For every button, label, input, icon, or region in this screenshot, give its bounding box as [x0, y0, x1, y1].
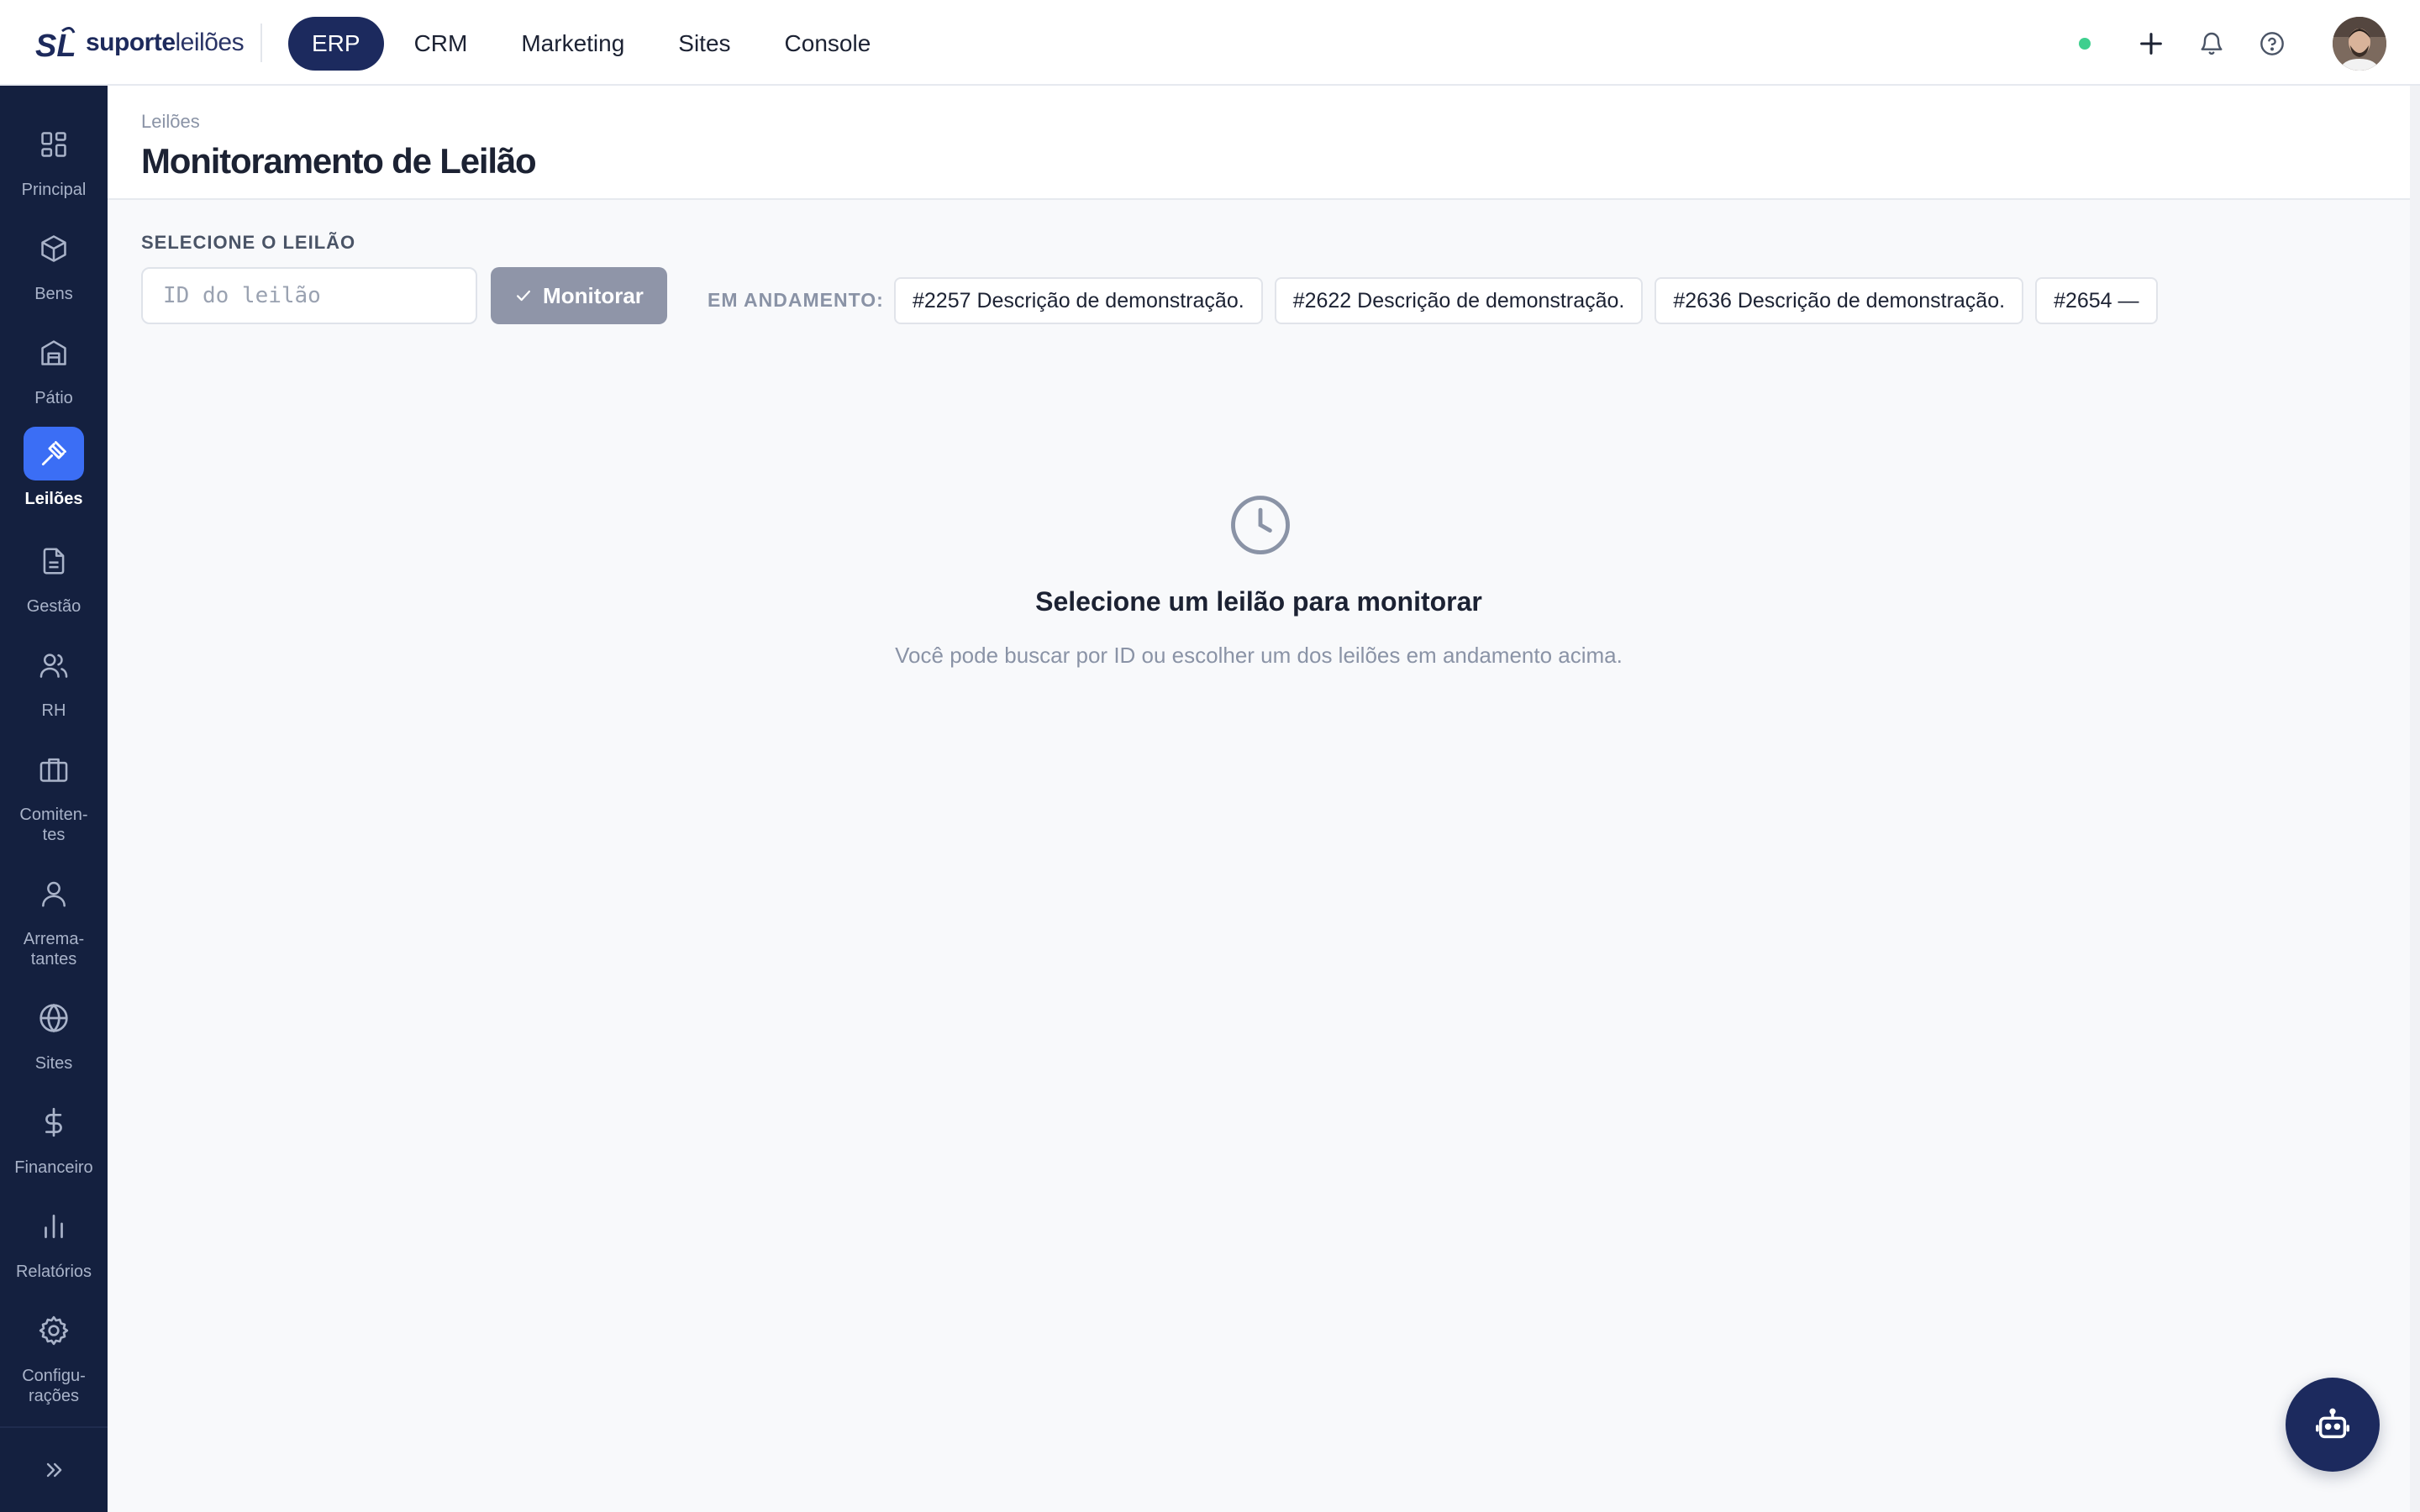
svg-text:SL: SL: [35, 29, 76, 63]
sidebar-item-comitentes[interactable]: Comiten- tes: [0, 743, 108, 845]
online-status-indicator: [2079, 38, 2091, 50]
sidebar-item-financeiro[interactable]: Financeiro: [0, 1095, 108, 1178]
sidebar: Principal Bens Pátio Leilões Gestão RH C…: [0, 86, 108, 1512]
box-icon: [24, 222, 84, 276]
sidebar-item-label: Gestão: [26, 597, 82, 616]
top-bar: SL suporteleilões ERP CRM Marketing Site…: [0, 0, 2420, 86]
sidebar-item-label: Arrema- tantes: [23, 930, 85, 969]
chevrons-right-icon: [46, 1462, 62, 1478]
tab-sites[interactable]: Sites: [655, 17, 754, 71]
sidebar-item-label: Financeiro: [14, 1158, 93, 1177]
sidebar-item-label: Sites: [34, 1054, 73, 1073]
select-auction-label: SELECIONE O LEILÃO: [141, 232, 356, 253]
top-navigation: ERP CRM Marketing Sites Console: [288, 17, 894, 71]
document-icon: [24, 534, 84, 588]
running-auction-chip[interactable]: #2654 —: [2035, 277, 2158, 324]
bell-icon[interactable]: [2195, 27, 2228, 60]
breadcrumb[interactable]: Leilões: [141, 111, 200, 133]
avatar[interactable]: [2333, 17, 2386, 71]
tab-marketing[interactable]: Marketing: [497, 17, 648, 71]
gear-icon: [24, 1304, 84, 1357]
empty-state-title: Selecione um leilão para monitorar: [1035, 586, 1482, 617]
running-auction-chip[interactable]: #2257 Descrição de demonstração.: [894, 277, 1263, 324]
running-auctions-list: #2257 Descrição de demonstração. #2622 D…: [894, 277, 2158, 324]
robot-icon: [2316, 1408, 2349, 1439]
tab-erp[interactable]: ERP: [288, 17, 384, 71]
running-auctions-label: EM ANDAMENTO:: [708, 289, 884, 311]
tab-console[interactable]: Console: [761, 17, 895, 71]
plus-icon[interactable]: [2134, 27, 2168, 60]
sidebar-item-relatorios[interactable]: Relatórios: [0, 1200, 108, 1282]
sidebar-item-label: Comiten- tes: [19, 806, 88, 844]
sidebar-item-gestao[interactable]: Gestão: [0, 534, 108, 617]
brand-name: suporteleilões: [86, 29, 245, 56]
dashboard-icon: [24, 118, 84, 171]
sidebar-item-rh[interactable]: RH: [0, 638, 108, 721]
sidebar-item-label: Relatórios: [15, 1263, 92, 1281]
sidebar-item-arrematantes[interactable]: Arrema- tantes: [0, 867, 108, 969]
globe-icon: [24, 991, 84, 1045]
sidebar-item-bens[interactable]: Bens: [0, 222, 108, 304]
page-title: Monitoramento de Leilão: [141, 141, 537, 181]
running-auction-chip[interactable]: #2636 Descrição de demonstração.: [1655, 277, 2024, 324]
logo-mark-icon: SL: [35, 27, 76, 63]
sidebar-item-label: Leilões: [24, 490, 83, 508]
empty-state-subtitle: Você pode buscar por ID ou escolher um d…: [895, 643, 1623, 668]
warehouse-icon: [24, 326, 84, 380]
sidebar-item-sites[interactable]: Sites: [0, 991, 108, 1074]
sidebar-item-label: Bens: [34, 285, 73, 303]
sidebar-item-leiloes[interactable]: Leilões: [0, 427, 108, 509]
sidebar-item-label: Principal: [21, 181, 87, 199]
brand-divider: [260, 24, 262, 62]
users-icon: [24, 638, 84, 692]
user-icon: [24, 867, 84, 921]
sidebar-item-configuracoes[interactable]: Configu- rações: [0, 1304, 108, 1406]
check-icon: [517, 290, 531, 302]
monitor-button-label: Monitorar: [543, 282, 644, 308]
clock-icon: [1231, 496, 1290, 554]
assistant-button[interactable]: [2286, 1378, 2380, 1472]
help-icon[interactable]: [2255, 27, 2289, 60]
user-avatar-icon: [2333, 17, 2386, 71]
brand-logo[interactable]: SL suporteleilões: [34, 22, 245, 64]
sidebar-collapse-button[interactable]: [0, 1426, 108, 1512]
auction-id-input[interactable]: [141, 267, 477, 324]
sidebar-item-principal[interactable]: Principal: [0, 118, 108, 200]
running-auction-chip[interactable]: #2622 Descrição de demonstração.: [1274, 277, 1644, 324]
dollar-icon: [24, 1095, 84, 1149]
top-actions: [2079, 17, 2386, 71]
gavel-icon: [24, 427, 84, 480]
tab-crm[interactable]: CRM: [391, 17, 492, 71]
bar-chart-icon: [24, 1200, 84, 1253]
sidebar-item-label: RH: [41, 701, 66, 720]
page-header: Leilões Monitoramento de Leilão: [108, 86, 2410, 200]
sidebar-item-patio[interactable]: Pátio: [0, 326, 108, 408]
monitor-button[interactable]: Monitorar: [491, 267, 667, 324]
sidebar-item-label: Configu- rações: [22, 1367, 86, 1405]
sidebar-item-label: Pátio: [34, 389, 73, 407]
briefcase-icon: [24, 743, 84, 796]
scrollbar-track[interactable]: [2410, 86, 2420, 1512]
